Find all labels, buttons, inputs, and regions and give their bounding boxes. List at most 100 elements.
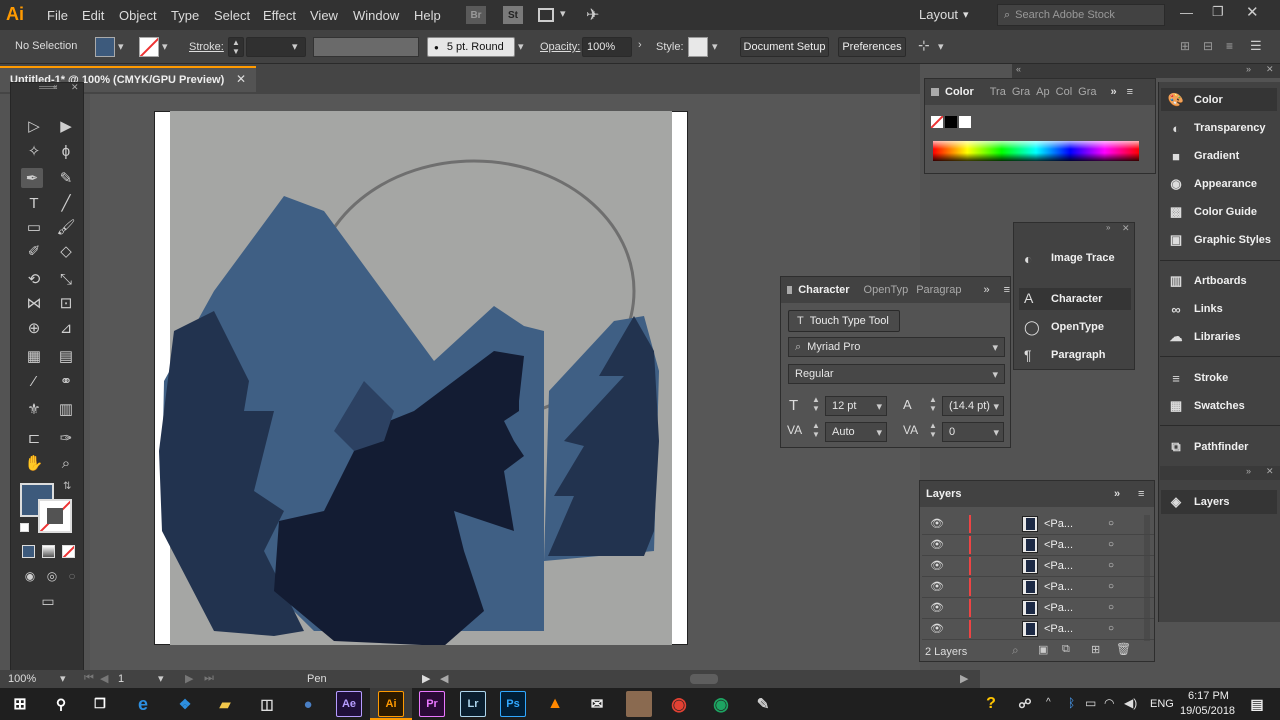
collapse-icon[interactable]: »: [1106, 223, 1110, 232]
chevron-down-icon[interactable]: ▾: [560, 7, 566, 20]
dock-opentype[interactable]: OpenType: [1051, 321, 1104, 333]
expand-tabs-icon[interactable]: »: [1114, 488, 1120, 500]
tracking-field[interactable]: 0 ▾: [942, 422, 1004, 442]
expand-tabs-icon[interactable]: »: [983, 284, 989, 296]
restore-button[interactable]: ❐: [1212, 4, 1224, 20]
layer-row[interactable]: 👁 <Pa... ○: [922, 514, 1154, 535]
wolf-artwork[interactable]: [154, 111, 688, 645]
paintbrush-tool-icon[interactable]: 🖌: [55, 217, 77, 237]
workspace-switcher[interactable]: Layout: [919, 7, 958, 22]
visibility-eye-icon[interactable]: 👁: [930, 622, 944, 635]
swap-colors-icon[interactable]: ⇅: [63, 481, 71, 492]
transform-icon[interactable]: ⊟: [1203, 39, 1213, 53]
first-artboard-icon[interactable]: ⏮: [84, 672, 94, 685]
shape-builder-tool-icon[interactable]: ⊕: [23, 318, 45, 338]
panel-options-icon[interactable]: ≡: [1226, 39, 1233, 53]
dock-item-graphic-styles[interactable]: ▣ Graphic Styles: [1160, 229, 1280, 251]
draw-behind-icon[interactable]: ◎: [41, 566, 63, 586]
chevron-right-icon[interactable]: ›: [638, 39, 642, 51]
draw-inside-icon[interactable]: ○: [61, 566, 83, 586]
photoshop-icon[interactable]: Ps: [500, 691, 526, 717]
layer-name[interactable]: <Pa...: [1044, 560, 1073, 572]
magic-wand-tool-icon[interactable]: ✧: [23, 141, 45, 161]
touch-type-tool-button[interactable]: T Touch Type Tool: [788, 310, 900, 332]
chevron-down-icon[interactable]: ▾: [162, 40, 168, 53]
perspective-grid-tool-icon[interactable]: ⊿: [55, 318, 77, 338]
tab-gradient[interactable]: Gra: [1012, 86, 1030, 98]
shaper-tool-icon[interactable]: ✐: [23, 241, 45, 261]
variable-width-profile[interactable]: [313, 37, 419, 57]
bluetooth-icon[interactable]: ᛒ: [1068, 696, 1075, 710]
layer-row[interactable]: 👁 <Pa... ○: [922, 619, 1154, 640]
illustrator-icon[interactable]: Ai: [378, 691, 404, 717]
target-circle-icon[interactable]: ○: [1108, 518, 1114, 529]
screen-mode-icon[interactable]: ▭: [37, 591, 59, 611]
eyedropper-tool-icon[interactable]: ⁄: [23, 371, 45, 391]
chrome-icon[interactable]: ◉: [666, 691, 692, 717]
default-colors-icon[interactable]: [20, 523, 29, 532]
close-icon[interactable]: ✕: [1266, 64, 1274, 75]
color-spectrum[interactable]: [933, 141, 1139, 161]
layer-name[interactable]: <Pa...: [1044, 623, 1073, 635]
windows-start-icon[interactable]: ⊞: [7, 691, 33, 717]
artboard-number[interactable]: 1: [118, 673, 124, 685]
photo-app-icon[interactable]: [626, 691, 652, 717]
dock-paragraph[interactable]: Paragraph: [1051, 349, 1105, 361]
edge-browser-icon[interactable]: e: [130, 691, 156, 717]
stroke-color-swatch[interactable]: [38, 499, 72, 533]
zoom-level[interactable]: 100%: [8, 673, 36, 685]
task-view-icon[interactable]: ❐: [87, 691, 113, 717]
menu-icon[interactable]: ☰: [1250, 38, 1262, 54]
black-swatch[interactable]: [945, 116, 957, 128]
rectangle-tool-icon[interactable]: ▭: [23, 217, 45, 237]
collapse-icon[interactable]: «: [1016, 64, 1021, 74]
opacity-field[interactable]: 100%: [582, 37, 632, 57]
close-icon[interactable]: ✕: [71, 82, 79, 93]
make-clipping-mask-icon[interactable]: ▣: [1038, 643, 1048, 656]
clock-time[interactable]: 6:17 PM: [1188, 690, 1229, 702]
dock-item-pathfinder[interactable]: ⧉ Pathfinder: [1160, 436, 1280, 458]
menu-help[interactable]: Help: [414, 8, 441, 23]
kerning-stepper[interactable]: ▲ ▼: [812, 421, 820, 439]
vlc-icon[interactable]: ▲: [542, 691, 568, 717]
menu-window[interactable]: Window: [353, 8, 399, 23]
menu-select[interactable]: Select: [214, 8, 250, 23]
target-circle-icon[interactable]: ○: [1108, 581, 1114, 592]
close-tab-icon[interactable]: ✕: [236, 72, 246, 86]
dock-item-links[interactable]: ∞ Links: [1160, 298, 1280, 320]
wifi-icon[interactable]: ◠: [1104, 696, 1114, 710]
stock-search-placeholder[interactable]: Search Adobe Stock: [1015, 9, 1115, 21]
dock-item-color[interactable]: 🎨 Color: [1160, 89, 1280, 111]
dock-image-trace[interactable]: Image Trace: [1051, 252, 1115, 264]
horizontal-scrollbar-thumb[interactable]: [690, 674, 718, 684]
action-center-icon[interactable]: ▤: [1244, 691, 1270, 717]
tab-color[interactable]: Color: [945, 86, 974, 98]
blend-tool-icon[interactable]: ⚭: [55, 371, 77, 391]
graphic-style-swatch[interactable]: [688, 37, 708, 57]
menu-file[interactable]: File: [47, 8, 68, 23]
symbol-sprayer-tool-icon[interactable]: ⚜: [23, 399, 45, 419]
panel-menu-icon[interactable]: ≡: [1127, 86, 1133, 98]
type-tool-icon[interactable]: T: [23, 193, 45, 213]
stroke-label[interactable]: Stroke:: [189, 41, 224, 53]
lightroom-icon[interactable]: Lr: [460, 691, 486, 717]
preferences-button[interactable]: Preferences: [838, 37, 906, 57]
chevron-down-icon[interactable]: ▾: [518, 40, 524, 53]
bridge-button[interactable]: Br: [466, 6, 486, 24]
layer-name[interactable]: <Pa...: [1044, 602, 1073, 614]
tracking-stepper[interactable]: ▲ ▼: [929, 421, 937, 439]
dock-item-stroke[interactable]: ≡ Stroke: [1160, 367, 1280, 389]
color-mode-icon[interactable]: [22, 545, 35, 558]
close-window-button[interactable]: ✕: [1246, 3, 1259, 21]
stroke-weight-stepper[interactable]: ▲ ▼: [228, 37, 244, 57]
menu-edit[interactable]: Edit: [82, 8, 104, 23]
scroll-right-icon[interactable]: ▶: [960, 672, 968, 685]
hand-tool-icon[interactable]: ✋: [23, 453, 45, 473]
dock-item-artboards[interactable]: ▥ Artboards: [1160, 270, 1280, 292]
visibility-eye-icon[interactable]: 👁: [930, 538, 944, 551]
rotate-tool-icon[interactable]: ⟲: [23, 269, 45, 289]
gradient-mode-icon[interactable]: [42, 545, 55, 558]
leading-stepper[interactable]: ▲ ▼: [929, 395, 937, 413]
chevron-down-icon[interactable]: ▾: [292, 40, 298, 53]
tab-layers[interactable]: Layers: [926, 488, 961, 500]
